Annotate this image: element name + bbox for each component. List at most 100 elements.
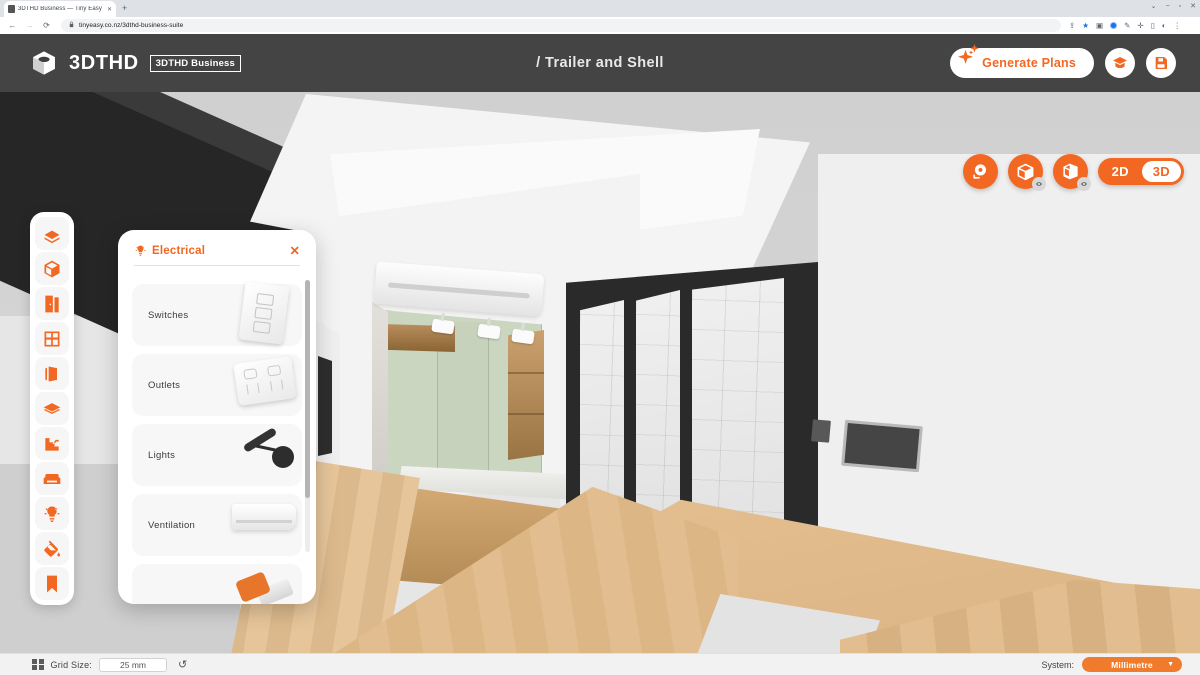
grid-size-input[interactable]: 25 mm — [99, 657, 168, 672]
list-item[interactable]: Lights — [132, 424, 302, 486]
scene-wall-switch — [811, 419, 831, 443]
split-air-conditioner-icon — [228, 486, 306, 564]
system-label: System: — [1041, 659, 1074, 670]
tab-close-icon[interactable]: ✕ — [107, 6, 112, 13]
floor-slab-icon — [43, 402, 61, 414]
browser-tabstrip: 3DTHD Business — Tiny Easy - T ✕ + ⌄ − ▫… — [0, 0, 1200, 17]
generate-plans-button[interactable]: Generate Plans — [950, 44, 1094, 78]
profile-color-icon[interactable] — [1110, 22, 1118, 29]
browser-nav-buttons: ← → ⟳ — [4, 17, 55, 34]
browser-toolbar: ← → ⟳ tinyeasy.co.nz/3dthd-business-suit… — [0, 17, 1200, 34]
eye-off-icon — [1080, 182, 1087, 186]
system-units-select[interactable]: Millimetre ▼ — [1082, 657, 1182, 672]
extensions-icon[interactable]: ✛ — [1137, 21, 1143, 30]
measure-tool-button[interactable] — [962, 154, 998, 189]
list-item[interactable]: Ventilation — [132, 494, 302, 556]
camera-icon[interactable]: ▣ — [1096, 21, 1103, 30]
sidebar-item-walls[interactable] — [35, 357, 69, 390]
brand-name: 3DTHD — [69, 51, 139, 74]
door-icon — [45, 295, 59, 312]
stairs-arrow-icon — [45, 437, 59, 451]
reload-icon[interactable]: ⟳ — [38, 17, 55, 34]
browser-toolbar-icons: ⇪ ★ ▣ ✎ ✛ ▯ ◐ ⋮ — [1069, 21, 1181, 30]
sidebar-item-trailer[interactable] — [35, 217, 69, 250]
sidebar-item-stairs[interactable] — [35, 427, 69, 460]
panel-header: Electrical ✕ — [118, 230, 316, 257]
forward-icon[interactable]: → — [21, 17, 38, 34]
list-item[interactable]: Switches — [132, 281, 302, 346]
sidebar-item-doors[interactable] — [35, 287, 69, 320]
sidebar-item-electrical[interactable] — [35, 497, 69, 530]
chevron-down-icon: ▼ — [1167, 661, 1174, 668]
account-icon[interactable]: ◐ — [1162, 21, 1167, 30]
learn-button[interactable] — [1105, 48, 1135, 78]
lightbulb-icon — [44, 505, 60, 522]
list-item[interactable] — [132, 564, 302, 604]
cube-logo-icon — [33, 51, 55, 75]
roof-visibility-button[interactable] — [1007, 154, 1046, 191]
window-restore-icon[interactable]: − — [1166, 2, 1170, 11]
grid-size-value: 25 mm — [120, 659, 146, 670]
window-maximize-icon[interactable]: ▫ — [1179, 2, 1181, 11]
window-minimize-icon[interactable]: ⌄ — [1151, 2, 1157, 11]
sidebar-item-floors[interactable] — [35, 392, 69, 425]
tape-measure-icon — [972, 164, 986, 179]
sofa-icon — [43, 473, 61, 484]
viewport-3d[interactable]: 2D 3D Electrical ✕ Switches Outlets Ligh… — [0, 34, 1200, 675]
panel-scrollbar[interactable] — [305, 280, 310, 552]
browser-tab[interactable]: 3DTHD Business — Tiny Easy - T ✕ — [4, 1, 116, 17]
reset-arrow-icon[interactable]: ↺ — [178, 658, 187, 671]
tab-favicon — [8, 5, 15, 13]
scene-dark-panel — [318, 356, 332, 456]
panel-title: Electrical — [134, 244, 290, 257]
panel-scrollbar-thumb[interactable] — [305, 280, 310, 498]
sidebar-item-bookmarks[interactable] — [35, 567, 69, 600]
save-button[interactable] — [1146, 48, 1176, 78]
wall-spot-lamp-icon — [228, 416, 306, 494]
wall-panel-icon — [45, 366, 57, 381]
back-icon[interactable]: ← — [4, 17, 21, 34]
brand-badge: 3DTHD Business — [149, 54, 242, 72]
browser-chrome: 3DTHD Business — Tiny Easy - T ✕ + ⌄ − ▫… — [0, 0, 1200, 34]
new-tab-button[interactable]: + — [122, 3, 127, 14]
sidebar-item-furniture[interactable] — [35, 462, 69, 495]
walls-cube-icon — [1062, 163, 1078, 180]
dimension-toggle[interactable]: 2D 3D — [1097, 158, 1184, 185]
sidepanel-icon[interactable]: ▯ — [1151, 21, 1155, 30]
app-header: 3DTHD 3DTHD Business / Trailer and Shell… — [0, 34, 1200, 92]
sidebar-item-shell[interactable] — [35, 252, 69, 285]
window-grid-icon — [44, 331, 60, 346]
power-outlet-icon — [228, 346, 306, 424]
list-item[interactable]: Outlets — [132, 354, 302, 416]
address-bar[interactable]: tinyeasy.co.nz/3dthd-business-suite — [61, 19, 1061, 32]
brand[interactable]: 3DTHD 3DTHD Business — [30, 49, 242, 77]
panel-item-list[interactable]: Switches Outlets Lights Ventilation — [118, 274, 316, 604]
list-item-label: Lights — [148, 449, 176, 461]
window-close-icon[interactable]: ✕ — [1190, 2, 1196, 11]
share-icon[interactable]: ⇪ — [1069, 21, 1075, 30]
panel-close-icon[interactable]: ✕ — [290, 244, 300, 257]
eye-off-icon — [1035, 182, 1042, 186]
menu-icon[interactable]: ⋮ — [1173, 21, 1181, 30]
tab-title: 3DTHD Business — Tiny Easy - T — [18, 6, 104, 12]
grid-size-group: Grid Size: 25 mm ↺ — [32, 657, 187, 672]
pen-icon[interactable]: ✎ — [1124, 21, 1130, 30]
sidebar-item-windows[interactable] — [35, 322, 69, 355]
url-text: tinyeasy.co.nz/3dthd-business-suite — [79, 22, 184, 29]
toggle-option-3d[interactable]: 3D — [1141, 161, 1181, 182]
view-controls: 2D 3D — [962, 154, 1184, 191]
list-item-label: Switches — [148, 309, 189, 321]
scene-right-wall — [818, 154, 1200, 594]
panel-title-label: Electrical — [152, 244, 206, 257]
list-item-label: Ventilation — [148, 519, 196, 531]
walls-visibility-button[interactable] — [1052, 154, 1091, 191]
app-root: 3DTHD Business — Tiny Easy - T ✕ + ⌄ − ▫… — [0, 0, 1200, 675]
toggle-option-2d[interactable]: 2D — [1101, 161, 1140, 182]
bookmark-icon — [47, 575, 57, 592]
system-units-value: Millimetre — [1111, 659, 1153, 670]
sidebar-item-finishes[interactable] — [35, 532, 69, 565]
bottom-status-bar: Grid Size: 25 mm ↺ System: Millimetre ▼ — [0, 653, 1200, 675]
bookmark-star-icon[interactable]: ★ — [1082, 21, 1089, 30]
scene-wood-shelving — [508, 330, 544, 460]
grid-size-label: Grid Size: — [50, 659, 93, 670]
